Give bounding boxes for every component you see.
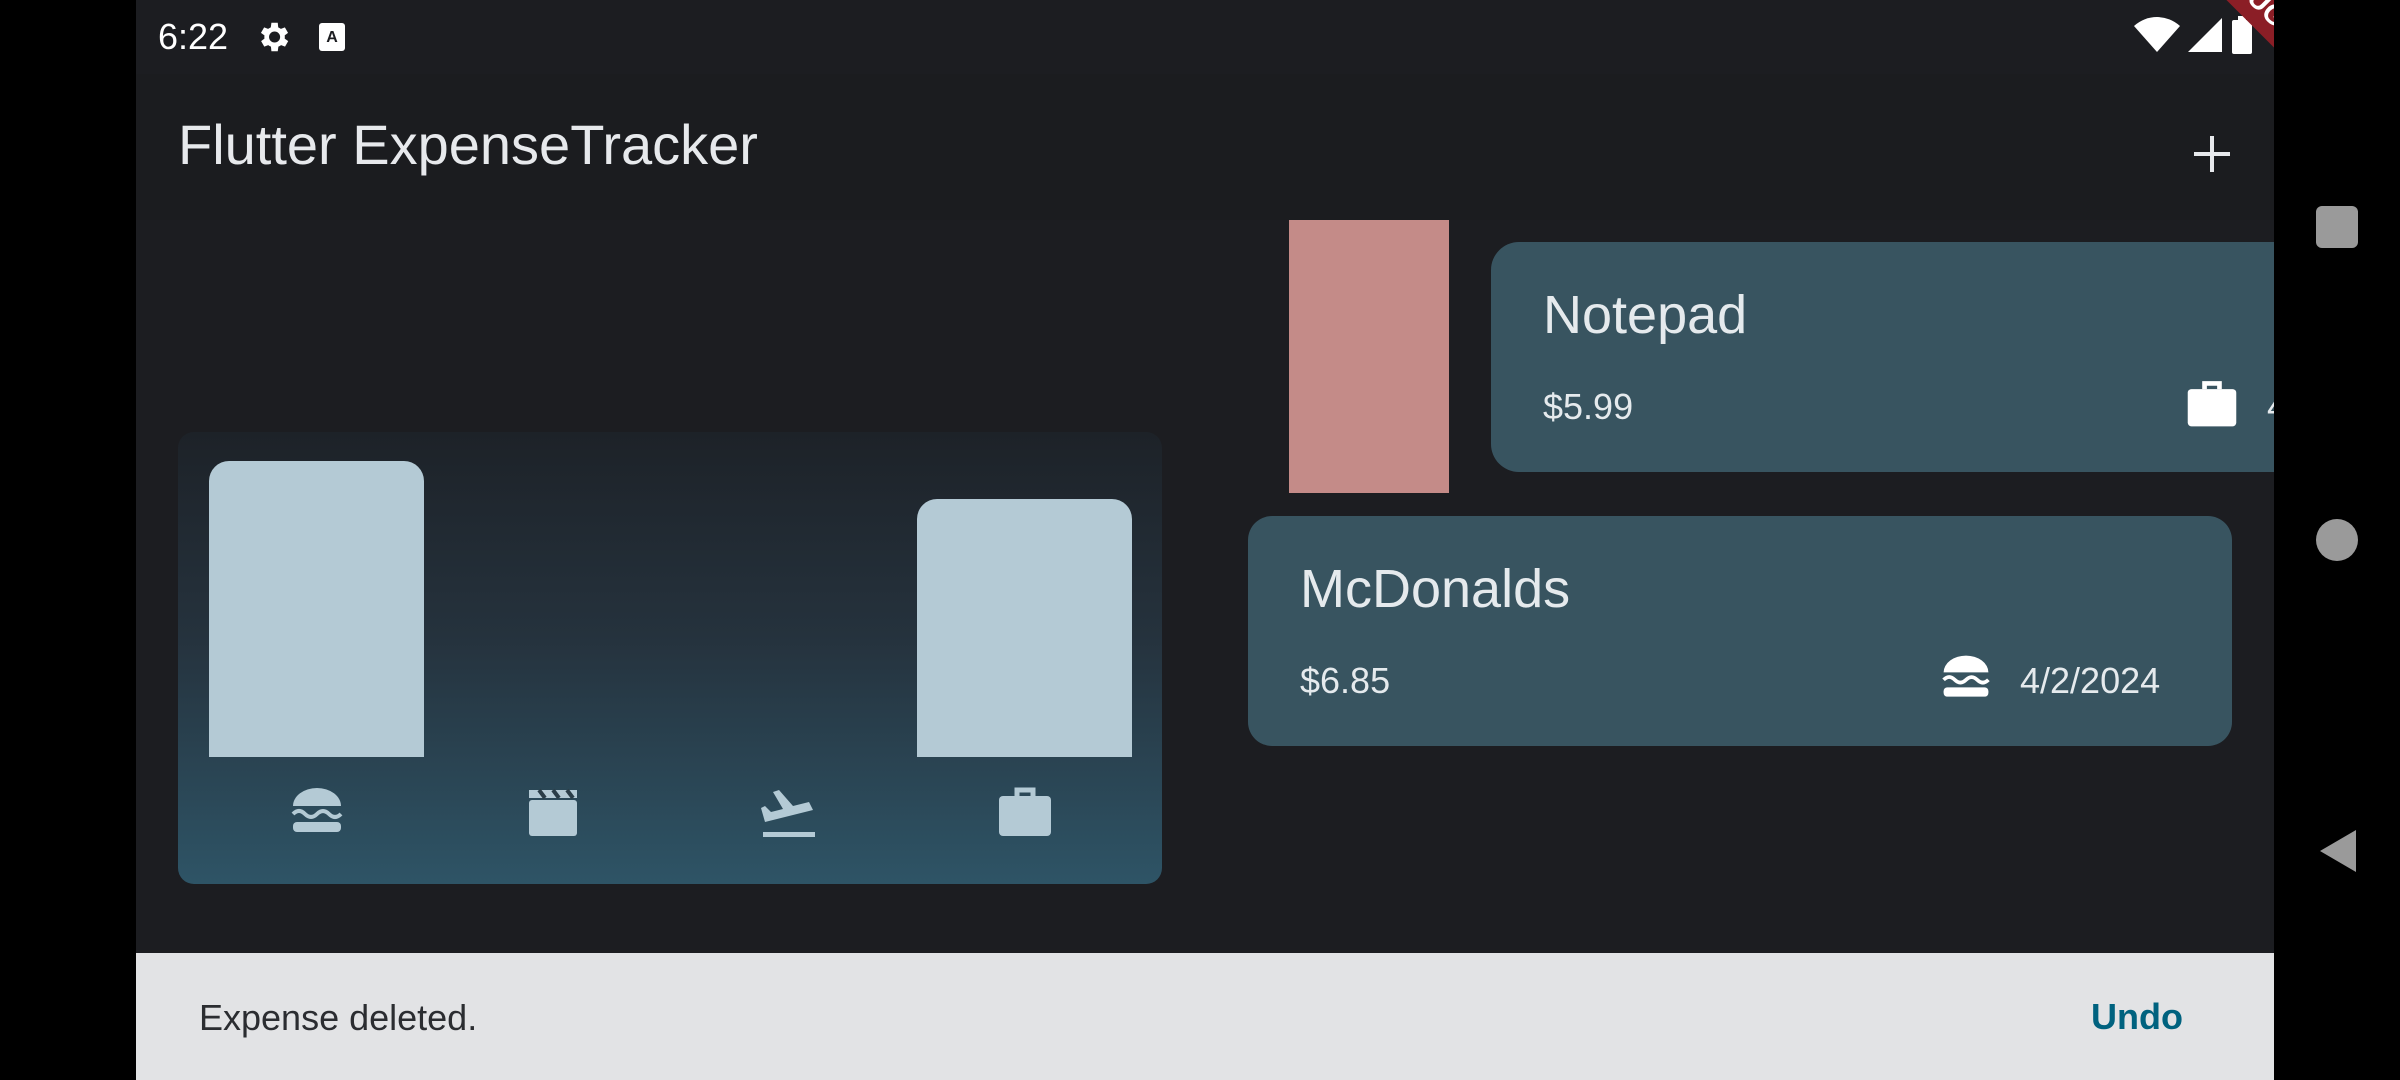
expense-title: McDonalds [1300, 559, 1571, 619]
undo-button[interactable]: Undo [2091, 996, 2183, 1038]
expense-amount: $6.85 [1300, 660, 1391, 701]
swipe-delete-background [1289, 220, 1449, 493]
status-time: 6:22 [158, 16, 229, 57]
briefcase-icon [2184, 376, 2240, 432]
recents-button[interactable] [2316, 206, 2358, 248]
back-button[interactable] [2318, 828, 2358, 879]
chart-bar-food [209, 461, 424, 757]
add-expense-button[interactable] [2176, 118, 2248, 190]
wifi-icon [2134, 16, 2180, 59]
gear-icon [254, 18, 292, 61]
signal-icon [2188, 18, 2222, 57]
keyboard-a-icon: A [318, 22, 346, 57]
app-screen: 6:22 A Flutter ExpenseTracker DEBUG [136, 0, 2274, 1080]
app-title: Flutter ExpenseTracker [178, 113, 758, 176]
expense-date: 4/2/2024 [2020, 660, 2161, 701]
system-nav-bar [2274, 0, 2400, 1080]
plus-icon [2194, 136, 2230, 172]
expense-title: Notepad [1543, 285, 1748, 345]
movie-clapper-icon [523, 782, 583, 842]
home-button[interactable] [2316, 519, 2358, 561]
chart-bar-work [917, 499, 1132, 757]
airplane-icon [759, 782, 819, 842]
expense-chart [178, 432, 1162, 884]
expense-amount: $5.99 [1543, 386, 1634, 427]
briefcase-icon [995, 782, 1055, 842]
snackbar-message: Expense deleted. [199, 997, 478, 1038]
expense-date: 4 [2267, 386, 2274, 428]
expense-card[interactable]: McDonalds $6.85 4/2/2024 [1248, 516, 2232, 746]
expense-card[interactable]: Notepad $5.99 4 [1491, 242, 2274, 472]
burger-icon [1938, 650, 1994, 706]
app-bar: Flutter ExpenseTracker [136, 74, 2274, 220]
snackbar: Expense deleted. Undo [136, 953, 2274, 1080]
status-bar: 6:22 A [136, 0, 2274, 74]
main-content: Notepad $5.99 4 McDonalds $6.85 4/2/2024 [136, 220, 2274, 953]
svg-text:A: A [326, 29, 338, 46]
burger-icon [287, 782, 347, 842]
